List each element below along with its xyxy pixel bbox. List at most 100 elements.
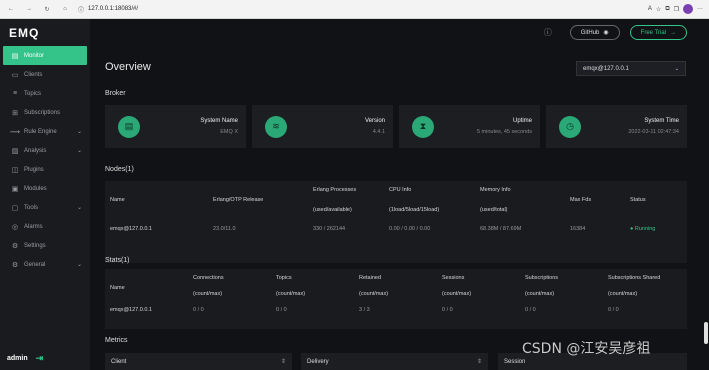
favorite-icon[interactable]: ☆ bbox=[656, 6, 661, 13]
collections-icon[interactable]: ❐ bbox=[674, 6, 679, 13]
metrics-client-label: Client bbox=[111, 358, 127, 365]
github-icon: ◉ bbox=[603, 30, 609, 36]
sidebar-item-clients[interactable]: ▭ Clients bbox=[0, 65, 90, 84]
chevron-down-icon: ⌄ bbox=[76, 205, 82, 211]
node-processes: 330 / 262144 bbox=[313, 226, 346, 232]
card-value: EMQ X bbox=[220, 129, 238, 135]
nav-icon: ⊞ bbox=[12, 109, 18, 117]
sidebar-item-rule-engine[interactable]: ⟿ Rule Engine ⌄ bbox=[0, 122, 90, 141]
sidebar-item-alarms[interactable]: ◎ Alarms bbox=[0, 217, 90, 236]
help-icon[interactable]: ⓘ bbox=[544, 27, 552, 38]
broker-title: Broker bbox=[105, 90, 126, 97]
more-icon[interactable]: ··· bbox=[697, 6, 703, 12]
scrollbar[interactable] bbox=[704, 322, 708, 344]
col-processes-sub: (used/available) bbox=[313, 207, 352, 213]
card-value: 2022-03-11 02:47:34 bbox=[628, 129, 679, 135]
col-subs-shared-sub: (count/max) bbox=[608, 291, 638, 297]
nodes-title: Nodes(1) bbox=[105, 166, 134, 173]
home-icon[interactable]: ⌂ bbox=[58, 2, 72, 16]
col-retained: Retained bbox=[359, 275, 382, 281]
sidebar-item-label: Monitor bbox=[24, 52, 45, 59]
extensions-icon[interactable]: ⧉ bbox=[665, 6, 669, 13]
logout-icon[interactable]: ⇥ bbox=[36, 353, 44, 364]
nav-icon: ≡ bbox=[12, 90, 18, 97]
col-subs-shared: Subscriptions Shared bbox=[608, 275, 661, 281]
top-bar: ⓘ GitHub ◉ Free Trial → bbox=[90, 19, 709, 46]
node-otp: 23.0/11.0 bbox=[213, 226, 236, 232]
card-icon: ◷ bbox=[559, 115, 581, 138]
free-trial-button[interactable]: Free Trial → bbox=[629, 25, 687, 40]
nav-icon: ▨ bbox=[11, 147, 19, 155]
sidebar-item-label: Plugins bbox=[24, 166, 44, 173]
stats-sessions: 0 / 0 bbox=[442, 307, 453, 313]
broker-card: ⧗ Uptime 5 minutes, 45 seconds bbox=[399, 105, 540, 148]
browser-toolbar: ← → ↻ ⌂ ⓘ 127.0.0.1:18083/#/ A ☆ ⧉ ❐ ··· bbox=[0, 0, 709, 19]
node-memory: 68.38M / 87.69M bbox=[480, 226, 522, 232]
profile-avatar[interactable] bbox=[683, 4, 693, 14]
metrics-session-label: Session bbox=[504, 358, 526, 365]
github-label: GitHub bbox=[580, 29, 600, 36]
info-icon: ⓘ bbox=[78, 7, 85, 14]
node-cpu: 0.00 / 0.00 / 0.00 bbox=[389, 226, 431, 232]
sidebar-item-topics[interactable]: ≡ Topics bbox=[0, 84, 90, 103]
username: admin bbox=[7, 355, 28, 362]
sidebar-item-label: Settings bbox=[24, 242, 46, 249]
col-retained-sub: (count/max) bbox=[359, 291, 389, 297]
sort-icon[interactable]: ⇕ bbox=[477, 358, 482, 365]
nav-icon: ◎ bbox=[11, 223, 19, 231]
sidebar-item-analysis[interactable]: ▨ Analysis ⌄ bbox=[0, 141, 90, 160]
read-aloud-icon[interactable]: A bbox=[648, 6, 652, 12]
chevron-down-icon: ⌄ bbox=[76, 148, 82, 154]
card-label: Uptime bbox=[512, 118, 532, 124]
chevron-down-icon: ⌄ bbox=[674, 65, 679, 72]
col-otp: Erlang/OTP Release bbox=[213, 197, 264, 203]
stats-table: Name Connections (count/max) Topics (cou… bbox=[105, 269, 687, 329]
node-maxfds: 16384 bbox=[570, 226, 586, 232]
sidebar-nav: ▤ Monitor ▭ Clients ≡ Topics ⊞ Subscriptions ⟿ Ru… bbox=[0, 46, 90, 274]
chevron-down-icon: ⌄ bbox=[76, 129, 82, 135]
col-subscriptions-sub: (count/max) bbox=[525, 291, 555, 297]
free-trial-label: Free Trial bbox=[640, 29, 666, 36]
sidebar-item-label: Topics bbox=[24, 90, 42, 97]
sidebar-item-general[interactable]: ⚙ General ⌄ bbox=[0, 255, 90, 274]
col-sessions-sub: (count/max) bbox=[442, 291, 472, 297]
col-name: Name bbox=[110, 285, 125, 291]
col-maxfds: Max Fds bbox=[570, 197, 592, 203]
card-icon: ⧗ bbox=[412, 115, 434, 138]
reload-icon[interactable]: ↻ bbox=[40, 2, 54, 16]
node-status: Running bbox=[634, 226, 656, 232]
sidebar-item-monitor[interactable]: ▤ Monitor bbox=[3, 46, 87, 65]
metrics-card-delivery[interactable]: Delivery ⇕ bbox=[301, 353, 488, 370]
broker-card: ◷ System Time 2022-03-11 02:47:34 bbox=[546, 105, 687, 148]
col-connections-sub: (count/max) bbox=[193, 291, 223, 297]
back-icon[interactable]: ← bbox=[4, 2, 18, 16]
stats-node-name[interactable]: emqx@127.0.0.1 bbox=[110, 307, 152, 313]
nav-icon: ⚙ bbox=[11, 261, 19, 269]
col-memory-sub: (used/total) bbox=[480, 207, 508, 213]
sidebar-item-label: General bbox=[24, 261, 46, 268]
sidebar-item-modules[interactable]: ▣ Modules bbox=[0, 179, 90, 198]
node-select[interactable]: emqx@127.0.0.1 ⌄ bbox=[576, 61, 686, 76]
nav-icon: ⚙ bbox=[11, 242, 19, 250]
address-bar[interactable]: ⓘ 127.0.0.1:18083/#/ bbox=[78, 5, 138, 14]
col-cpu-sub: (1load/5load/15load) bbox=[389, 207, 440, 213]
card-label: Version bbox=[364, 118, 385, 124]
broker-card: ▤ System Name EMQ X bbox=[105, 105, 246, 148]
sidebar-item-plugins[interactable]: ◫ Plugins bbox=[0, 160, 90, 179]
forward-icon[interactable]: → bbox=[22, 2, 36, 16]
sidebar: EMQ ▤ Monitor ▭ Clients ≡ Topics ⊞ Subscription… bbox=[0, 19, 90, 370]
sidebar-item-label: Clients bbox=[24, 71, 43, 78]
metrics-card-client[interactable]: Client ⇕ bbox=[105, 353, 292, 370]
nodes-table: Name Erlang/OTP Release Erlang Processes… bbox=[105, 181, 687, 263]
nav-icon: ▤ bbox=[11, 52, 19, 60]
sidebar-item-tools[interactable]: ▢ Tools ⌄ bbox=[0, 198, 90, 217]
col-processes: Erlang Processes bbox=[313, 187, 357, 193]
github-button[interactable]: GitHub ◉ bbox=[569, 25, 620, 40]
node-name[interactable]: emqx@127.0.0.1 bbox=[110, 226, 152, 232]
sidebar-item-subscriptions[interactable]: ⊞ Subscriptions bbox=[0, 103, 90, 122]
sort-icon[interactable]: ⇕ bbox=[281, 358, 286, 365]
sidebar-item-settings[interactable]: ⚙ Settings bbox=[0, 236, 90, 255]
sidebar-item-label: Rule Engine bbox=[24, 128, 57, 135]
card-value: 5 minutes, 45 seconds bbox=[476, 129, 532, 135]
sidebar-item-label: Modules bbox=[24, 185, 47, 192]
